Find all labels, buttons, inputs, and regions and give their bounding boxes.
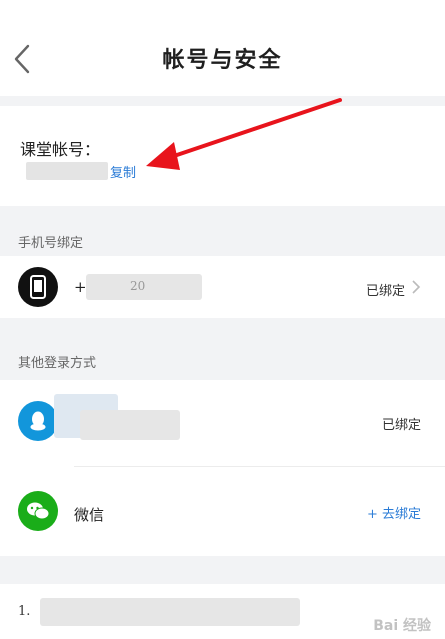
qq-name-redacted [80,410,180,440]
copy-button[interactable]: 复制 [110,162,136,181]
watermark: Bai 经验 [373,618,431,634]
phone-section-title: 手机号绑定 [18,236,84,251]
account-id-redacted [26,162,108,180]
account-label: 课堂帐号： [20,140,101,159]
list-item-number: 1. [18,604,31,619]
other-login-section-title: 其他登录方式 [18,356,97,371]
qq-row[interactable]: 已绑定 [0,380,445,466]
header-bar: 帐号与安全 [0,0,445,96]
phone-status: 已绑定 [365,284,405,299]
phone-prefix: + [74,278,87,296]
wechat-bind-button[interactable]: + 去绑定 [367,503,421,522]
qq-icon [18,401,58,441]
page-title: 帐号与安全 [162,47,283,73]
account-card: 课堂帐号： 复制 [0,106,445,206]
phone-row[interactable]: + 20 已绑定 [0,256,445,318]
wechat-label: 微信 [74,506,105,524]
phone-icon [18,267,58,307]
chevron-right-icon [412,280,421,294]
wechat-row[interactable]: 微信 + 去绑定 [0,466,445,556]
phone-partial: 20 [130,279,146,293]
wechat-icon [18,491,58,531]
qq-status: 已绑定 [381,418,421,433]
row-divider [74,466,445,467]
list-item-redacted [40,598,300,626]
